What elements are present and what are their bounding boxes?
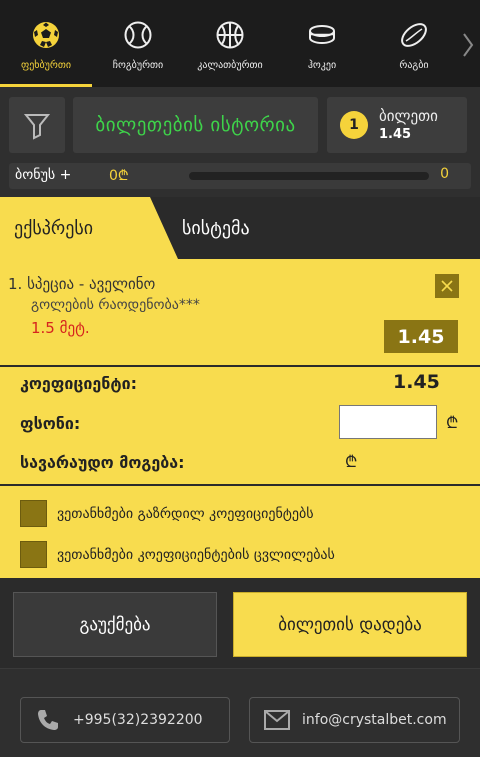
agree-increased-odds-label: ვეთანხმები გაზრდილ კოეფიციენტებს — [57, 505, 314, 522]
phone-icon — [38, 710, 58, 730]
sport-tab-tennis[interactable]: ჩოგბურთი — [92, 0, 184, 87]
cancel-button[interactable]: გაუქმება — [13, 592, 217, 657]
sport-label: კალათბურთი — [197, 60, 263, 71]
agreements: ვეთანხმები გაზრდილ კოეფიციენტებს ვეთანხმ… — [0, 486, 480, 578]
selection-odds: 1.45 — [384, 320, 458, 353]
remove-selection-button[interactable] — [435, 274, 459, 298]
sport-tab-rugby[interactable]: რაგბი — [368, 0, 460, 87]
envelope-icon — [264, 710, 290, 730]
place-bet-button[interactable]: ბილეთის დადება — [233, 592, 467, 657]
bet-actions: გაუქმება ბილეთის დადება — [0, 578, 480, 668]
funnel-icon — [23, 114, 51, 140]
selection-match: 1. სპეცია - აველინო — [8, 275, 156, 293]
tickets-button[interactable]: 1 ბილეთი 1.45 — [327, 97, 467, 153]
sport-label: ჩოგბურთი — [112, 60, 164, 71]
bonus-label: ბონუს + — [15, 167, 72, 183]
stake-input[interactable] — [339, 405, 437, 439]
footer: +995(32)2392200 info@crystalbet.com — [0, 668, 480, 757]
tab-system[interactable]: სისტემა — [182, 197, 250, 259]
stake-label: ფსონი: — [20, 414, 81, 433]
agree-increased-odds-row[interactable]: ვეთანხმები გაზრდილ კოეფიციენტებს — [20, 500, 314, 527]
phone-contact[interactable]: +995(32)2392200 — [20, 697, 230, 743]
tennis-ball-icon — [124, 21, 152, 49]
bonus-progress-track — [189, 172, 429, 180]
rugby-ball-icon — [401, 23, 427, 47]
soccer-ball-icon — [33, 22, 59, 48]
sport-tab-soccer[interactable]: ფეხბურთი — [0, 0, 92, 87]
bonus-bar: ბონუს + 0₾ 0 — [9, 163, 471, 189]
email-contact[interactable]: info@crystalbet.com — [249, 697, 460, 743]
agree-odds-change-label: ვეთანხმები კოეფიციენტების ცვლილებას — [57, 546, 335, 563]
agree-odds-change-row[interactable]: ვეთანხმები კოეფიციენტების ცვლილებას — [20, 541, 335, 568]
bonus-count: 0 — [440, 166, 449, 182]
bet-form: კოეფიციენტი: 1.45 ფსონი: ₾ სავარაუდო მოგ… — [0, 367, 480, 484]
hockey-puck-icon — [309, 25, 335, 45]
sport-label: ფეხბურთი — [20, 60, 72, 71]
filter-button[interactable] — [9, 97, 65, 153]
coefficient-label: კოეფიციენტი: — [20, 374, 137, 393]
possible-win-label: სავარაუდო მოგება: — [20, 453, 185, 472]
basketball-icon — [216, 21, 244, 49]
toolbar: ბილეთების ისტორია 1 ბილეთი 1.45 ბონუს + … — [0, 87, 480, 197]
agree-odds-change-checkbox[interactable] — [20, 541, 47, 568]
sport-label: ჰოკეი — [307, 60, 337, 71]
bonus-amount: 0₾ — [109, 168, 129, 184]
ticket-count-badge: 1 — [340, 111, 368, 139]
chevron-right-icon[interactable] — [460, 30, 476, 60]
sport-nav: ფეხბურთი ჩოგბურთი კალათბურთი ჰოკეი რაგბი — [0, 0, 480, 87]
bet-type-tabs: ექსპრესი სისტემა — [0, 197, 480, 259]
win-currency: ₾ — [345, 452, 358, 471]
coefficient-value: 1.45 — [393, 371, 440, 393]
selection-pick: 1.5 მეტ. — [31, 319, 90, 337]
sport-tab-basketball[interactable]: კალათბურთი — [184, 0, 276, 87]
bet-selection: 1. სპეცია - აველინო გოლების რაოდენობა***… — [0, 259, 480, 365]
ticket-history-button[interactable]: ბილეთების ისტორია — [73, 97, 318, 153]
stake-currency: ₾ — [446, 413, 459, 432]
tickets-label: ბილეთი — [379, 107, 438, 125]
agree-increased-odds-checkbox[interactable] — [20, 500, 47, 527]
tab-express[interactable]: ექსპრესი — [0, 197, 178, 259]
email-address: info@crystalbet.com — [302, 712, 447, 728]
phone-number: +995(32)2392200 — [73, 712, 203, 728]
sport-label: რაგბი — [399, 60, 429, 71]
sport-tab-hockey[interactable]: ჰოკეი — [276, 0, 368, 87]
selection-market: გოლების რაოდენობა*** — [31, 297, 200, 313]
tickets-odds: 1.45 — [379, 127, 412, 142]
close-icon — [441, 280, 453, 292]
